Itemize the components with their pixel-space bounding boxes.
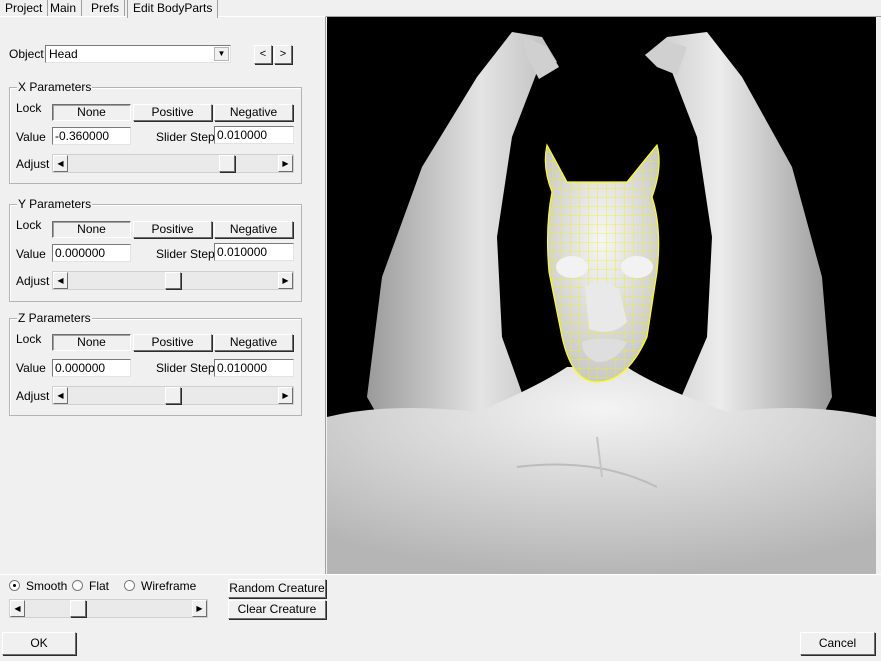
ok-button[interactable]: OK — [2, 632, 76, 655]
x-adjust-label: Adjust — [16, 157, 50, 171]
clear-creature-button[interactable]: Clear Creature — [228, 600, 326, 619]
x-lock-positive-button[interactable]: Positive — [133, 104, 212, 121]
triangle-right-icon[interactable]: ▶ — [192, 600, 207, 617]
y-adjust-label: Adjust — [16, 274, 50, 288]
y-value-label: Value — [16, 247, 46, 261]
right-eye-socket — [621, 256, 653, 278]
y-parameters-group: Y Parameters Lock None Positive Negative… — [9, 197, 302, 302]
z-lock-negative-button[interactable]: Negative — [214, 334, 293, 351]
triangle-right-icon[interactable]: ▶ — [278, 155, 293, 172]
tab-main[interactable]: Main — [45, 0, 83, 17]
prev-object-button[interactable]: < — [254, 45, 272, 64]
y-step-label: Slider Step — [156, 247, 215, 261]
flat-label[interactable]: Flat — [89, 579, 109, 593]
wireframe-label[interactable]: Wireframe — [141, 579, 196, 593]
z-value-field[interactable]: 0.000000 — [52, 359, 131, 377]
left-eye-socket — [556, 256, 588, 278]
y-step-field[interactable]: 0.010000 — [214, 243, 294, 261]
z-step-label: Slider Step — [156, 361, 215, 375]
z-adjust-slider[interactable]: ◀ ▶ — [52, 386, 294, 405]
y-adjust-slider[interactable]: ◀ ▶ — [52, 271, 294, 290]
triangle-down-icon[interactable]: ▼ — [214, 47, 229, 61]
y-parameters-title: Y Parameters — [17, 197, 93, 211]
tab-prefs[interactable]: Prefs — [86, 0, 126, 17]
flat-radio[interactable] — [72, 580, 83, 591]
z-lock-none-button[interactable]: None — [52, 334, 131, 351]
x-parameters-title: X Parameters — [17, 80, 93, 94]
triangle-left-icon[interactable]: ◀ — [53, 387, 68, 404]
smooth-label[interactable]: Smooth — [26, 579, 67, 593]
z-adjust-slider-thumb[interactable] — [165, 387, 181, 404]
y-lock-label: Lock — [16, 218, 42, 232]
y-lock-negative-button[interactable]: Negative — [214, 221, 293, 238]
triangle-left-icon[interactable]: ◀ — [53, 155, 68, 172]
object-select[interactable]: Head ▼ — [45, 45, 231, 63]
z-parameters-group: Z Parameters Lock None Positive Negative… — [9, 311, 302, 416]
selected-head[interactable] — [544, 143, 660, 383]
x-step-field[interactable]: 0.010000 — [214, 126, 294, 144]
x-lock-none-button[interactable]: None — [52, 104, 131, 121]
y-adjust-slider-thumb[interactable] — [165, 272, 181, 289]
x-parameters-group: X Parameters Lock None Positive Negative… — [9, 80, 302, 184]
y-lock-positive-button[interactable]: Positive — [133, 221, 212, 238]
smooth-radio[interactable] — [9, 580, 20, 591]
x-lock-label: Lock — [16, 101, 42, 115]
object-label: Object — [9, 47, 44, 61]
wireframe-radio[interactable] — [124, 580, 135, 591]
x-value-label: Value — [16, 130, 46, 144]
tab-edit-bodyparts[interactable]: Edit BodyParts — [127, 0, 219, 18]
x-value-field[interactable]: -0.360000 — [52, 127, 131, 145]
x-step-label: Slider Step — [156, 130, 215, 144]
z-value-label: Value — [16, 361, 46, 375]
z-lock-positive-button[interactable]: Positive — [133, 334, 212, 351]
x-adjust-slider-thumb[interactable] — [219, 155, 235, 172]
triangle-right-icon[interactable]: ▶ — [278, 387, 293, 404]
triangle-left-icon[interactable]: ◀ — [53, 272, 68, 289]
triangle-left-icon[interactable]: ◀ — [10, 600, 25, 617]
triangle-right-icon[interactable]: ▶ — [278, 272, 293, 289]
y-lock-none-button[interactable]: None — [52, 221, 131, 238]
cancel-button[interactable]: Cancel — [800, 632, 875, 655]
left-panel: Object Head ▼ < > X Parameters Lock None… — [0, 16, 326, 574]
bottom-divider — [0, 574, 881, 575]
render-slider-thumb[interactable] — [70, 600, 86, 617]
render-slider[interactable]: ◀ ▶ — [9, 599, 208, 618]
z-adjust-label: Adjust — [16, 389, 50, 403]
x-lock-negative-button[interactable]: Negative — [214, 104, 293, 121]
z-step-field[interactable]: 0.010000 — [214, 359, 294, 377]
creature-render — [327, 32, 876, 574]
tab-project[interactable]: Project — [0, 0, 49, 17]
next-object-button[interactable]: > — [274, 45, 292, 64]
z-parameters-title: Z Parameters — [17, 311, 92, 325]
random-creature-button[interactable]: Random Creature — [228, 579, 326, 598]
z-lock-label: Lock — [16, 332, 42, 346]
object-select-value: Head — [49, 47, 78, 61]
x-adjust-slider[interactable]: ◀ ▶ — [52, 154, 294, 173]
y-value-field[interactable]: 0.000000 — [52, 244, 131, 262]
3d-viewport[interactable] — [327, 17, 876, 574]
